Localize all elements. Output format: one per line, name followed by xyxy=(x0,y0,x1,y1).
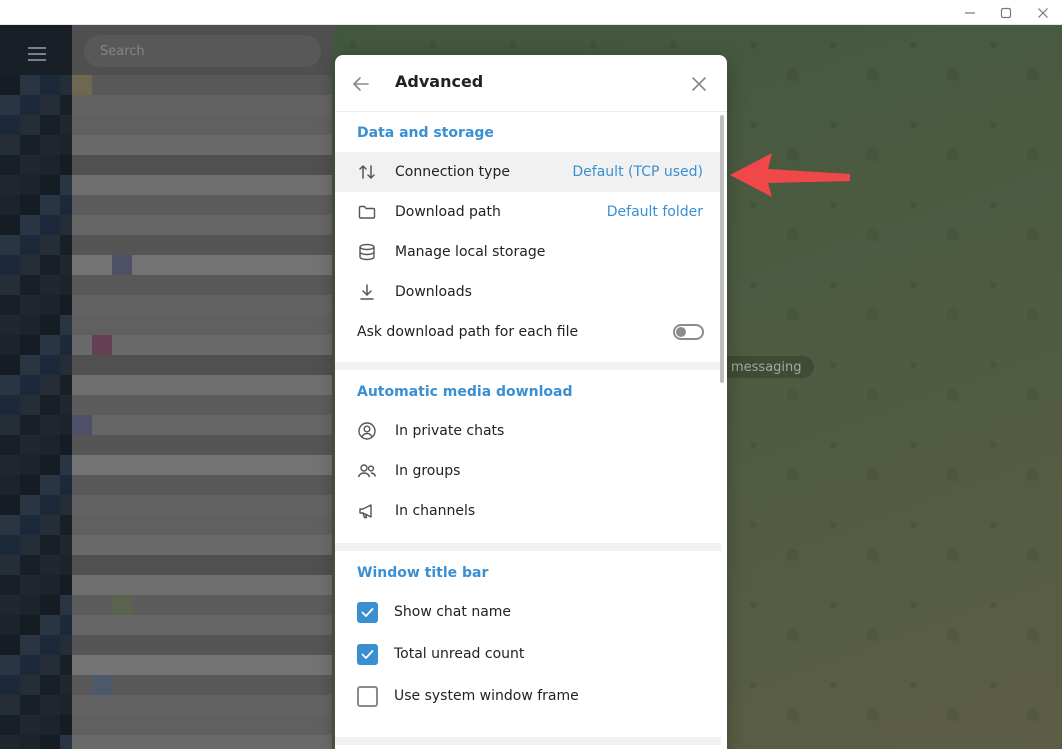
download-icon xyxy=(357,282,377,302)
minimize-button[interactable] xyxy=(952,0,988,25)
annotation-arrow-icon xyxy=(730,153,850,197)
section-divider xyxy=(335,543,721,551)
section-title-window-title-bar: Window title bar xyxy=(357,565,489,581)
connection-type-label: Connection type xyxy=(395,164,510,180)
checkmark-icon xyxy=(361,650,374,659)
maximize-button[interactable] xyxy=(988,0,1024,25)
in-groups-label: In groups xyxy=(395,463,461,479)
section-title-auto-media: Automatic media download xyxy=(357,384,573,400)
database-icon xyxy=(357,242,377,262)
close-window-button[interactable] xyxy=(1025,0,1061,25)
up-down-arrows-icon xyxy=(357,162,377,182)
advanced-settings-dialog: Advanced Data and storage Connection typ… xyxy=(335,55,727,749)
download-path-value: Default folder xyxy=(606,204,703,220)
user-circle-icon xyxy=(357,421,377,441)
users-icon xyxy=(357,461,377,481)
manage-local-storage-row[interactable]: Manage local storage xyxy=(335,232,721,272)
checkmark-icon xyxy=(361,608,374,617)
total-unread-count-row[interactable]: Total unread count xyxy=(335,634,721,676)
show-chat-name-checkbox[interactable] xyxy=(357,602,378,623)
download-path-label: Download path xyxy=(395,204,501,220)
in-groups-row[interactable]: In groups xyxy=(335,451,721,491)
ask-download-path-label: Ask download path for each file xyxy=(357,324,579,340)
maximize-icon xyxy=(1000,7,1012,18)
in-private-chats-label: In private chats xyxy=(395,423,505,439)
in-channels-row[interactable]: In channels xyxy=(335,491,721,531)
connection-type-value: Default (TCP used) xyxy=(572,164,703,180)
dialog-scrollbar[interactable] xyxy=(720,115,724,383)
close-dialog-button[interactable] xyxy=(687,72,711,96)
use-system-window-frame-row[interactable]: Use system window frame xyxy=(335,676,721,718)
downloads-row[interactable]: Downloads xyxy=(335,272,721,312)
close-icon xyxy=(692,77,706,91)
downloads-label: Downloads xyxy=(395,284,472,300)
in-channels-label: In channels xyxy=(395,503,476,519)
show-chat-name-label: Show chat name xyxy=(394,604,512,620)
download-path-row[interactable]: Download path Default folder xyxy=(335,192,721,232)
section-title-data-storage: Data and storage xyxy=(357,125,494,141)
minimize-icon xyxy=(965,11,975,14)
section-divider xyxy=(335,737,721,745)
arrow-left-icon xyxy=(353,77,369,91)
in-private-chats-row[interactable]: In private chats xyxy=(335,411,721,451)
connection-type-row[interactable]: Connection type Default (TCP used) xyxy=(335,152,721,192)
back-button[interactable] xyxy=(349,72,373,96)
ask-download-path-toggle[interactable] xyxy=(673,324,704,340)
manage-local-storage-label: Manage local storage xyxy=(395,244,546,260)
show-chat-name-row[interactable]: Show chat name xyxy=(335,592,721,634)
section-divider xyxy=(335,362,721,370)
window-titlebar xyxy=(0,0,1062,25)
ask-download-path-row[interactable]: Ask download path for each file xyxy=(335,312,721,352)
close-icon xyxy=(1038,7,1048,18)
dialog-header: Advanced xyxy=(335,55,727,112)
total-unread-count-label: Total unread count xyxy=(394,646,525,662)
megaphone-icon xyxy=(357,501,377,521)
use-system-window-frame-checkbox[interactable] xyxy=(357,686,378,707)
use-system-window-frame-label: Use system window frame xyxy=(394,688,579,704)
toggle-knob xyxy=(676,327,686,337)
total-unread-count-checkbox[interactable] xyxy=(357,644,378,665)
folder-icon xyxy=(357,202,377,222)
dialog-title: Advanced xyxy=(395,72,484,91)
